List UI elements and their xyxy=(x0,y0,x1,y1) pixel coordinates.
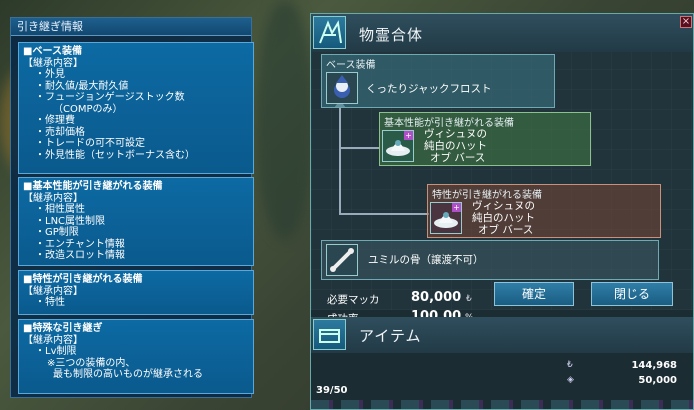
section-line: ・エンチャント情報 xyxy=(35,238,125,250)
section-heading: ■特殊な引き継ぎ xyxy=(23,323,103,334)
coin-icon: ◈ xyxy=(567,375,574,385)
section-line: ・フュージョンゲージストック数 xyxy=(35,92,185,103)
slot-label: 特性が引き継がれる装備 xyxy=(432,190,542,201)
fusion-window: 物霊合体 × ベース装備 くったりジャックフロスト 基本性能が引き継がれる装備 … xyxy=(310,13,694,410)
fusion-header: 物霊合体 × xyxy=(311,14,693,52)
connector-line xyxy=(339,107,341,215)
material-slot[interactable]: ユミルの骨（譲渡不可） xyxy=(321,240,659,280)
enhance-badge: + xyxy=(404,131,413,140)
base-item-name: くったりジャックフロスト xyxy=(366,83,492,95)
section-line: ・改造スロット情報 xyxy=(35,250,125,261)
macca-row: ₺ 144,968 xyxy=(567,360,677,374)
section-line: ・修理費 xyxy=(35,115,75,126)
section-line: 【継承内容】 xyxy=(23,334,83,346)
item-capacity: 39/50 xyxy=(316,385,348,396)
section-line: ※三つの装備の内、 xyxy=(47,357,136,369)
section-heading: ■ベース装備 xyxy=(23,46,82,57)
macca-icon: ₺ xyxy=(567,360,573,370)
item-box-icon xyxy=(313,319,346,350)
section-heading: ■基本性能が引き継がれる装備 xyxy=(23,181,163,192)
section-line: ・外見 xyxy=(35,69,65,80)
slot-label: ベース装備 xyxy=(326,60,376,71)
section-line: ・相性属性 xyxy=(35,204,85,215)
macca-icon: ₺ xyxy=(466,294,472,304)
section-line: ・外見性能（セットボーナス含む） xyxy=(35,149,195,161)
section-base-equipment: ■ベース装備 【継承内容】 ・外見 ・耐久値/最大耐久値 ・フュージョンゲージストック数… xyxy=(18,42,254,174)
item-title: アイテム xyxy=(359,327,422,345)
base-equipment-slot[interactable]: ベース装備 くったりジャックフロスト xyxy=(321,54,555,108)
section-line: ・Lv制限 xyxy=(35,346,77,357)
section-line: ・GP制限 xyxy=(35,227,79,238)
section-trait: ■特性が引き継がれる装備 【継承内容】 ・特性 xyxy=(18,270,254,315)
material-item-name: ユミルの骨（譲渡不可） xyxy=(368,254,484,266)
section-line: ・トレードの可不可設定 xyxy=(35,138,145,149)
background-scenery xyxy=(255,0,315,240)
inventory-row-strip[interactable] xyxy=(311,400,693,409)
jack-frost-icon xyxy=(326,72,358,104)
section-line: 最も制限の高いものが継承される xyxy=(53,369,203,380)
basic-item-name-line1: ヴィシュヌの xyxy=(424,128,487,140)
enhance-badge: + xyxy=(452,203,461,212)
section-line: ・特性 xyxy=(35,297,65,308)
coin-amount: 50,000 xyxy=(638,375,677,386)
cost-label: 必要マッカ xyxy=(327,294,380,306)
section-line: 【継承内容】 xyxy=(23,285,83,297)
basic-item-name-line3: オブ バース xyxy=(430,152,486,164)
section-heading: ■特性が引き継がれる装備 xyxy=(23,274,143,285)
trait-item-name-line1: ヴィシュヌの xyxy=(472,200,535,212)
inheritance-info-panel: 引き継ぎ情報 ■ベース装備 【継承内容】 ・外見 ・耐久値/最大耐久値 ・フュージョンゲ… xyxy=(10,17,254,398)
bone-icon xyxy=(326,244,358,276)
fusion-icon xyxy=(313,16,346,49)
coin-row: ◈ 50,000 xyxy=(567,375,677,389)
vishnu-hat-icon: + xyxy=(382,130,414,162)
panel-title: 引き継ぎ情報 xyxy=(11,18,251,36)
item-header: アイテム xyxy=(311,317,693,353)
cost-value: 80,000 xyxy=(411,290,462,305)
basic-performance-slot[interactable]: 基本性能が引き継がれる装備 + ヴィシュヌの 純白のハット オブ バース xyxy=(379,112,591,166)
fusion-area: ベース装備 くったりジャックフロスト 基本性能が引き継がれる装備 + ヴィシュヌ… xyxy=(311,52,693,310)
section-basic-performance: ■基本性能が引き継がれる装備 【継承内容】 ・相性属性 ・LNC属性制限 ・GP制限 ・エ… xyxy=(18,177,254,266)
section-line: 【継承内容】 xyxy=(23,192,83,204)
vishnu-hat-icon: + xyxy=(430,202,462,234)
trait-slot[interactable]: 特性が引き継がれる装備 + ヴィシュヌの 純白のハット オブ バース xyxy=(427,184,661,238)
close-icon[interactable]: × xyxy=(680,16,692,28)
trait-item-name-line3: オブ バース xyxy=(478,224,534,236)
section-line: （COMPのみ） xyxy=(53,103,123,115)
connector-line xyxy=(339,213,429,215)
section-line: 【継承内容】 xyxy=(23,57,83,69)
macca-amount: 144,968 xyxy=(631,360,677,371)
section-line: ・LNC属性制限 xyxy=(35,215,106,227)
section-line: ・耐久値/最大耐久値 xyxy=(35,80,129,92)
basic-item-name-line2: 純白のハット xyxy=(424,140,487,152)
window-title: 物霊合体 xyxy=(359,26,424,44)
confirm-button[interactable]: 確定 xyxy=(494,282,574,306)
slot-label: 基本性能が引き継がれる装備 xyxy=(384,118,514,129)
connector-line xyxy=(339,147,379,149)
close-button[interactable]: 閉じる xyxy=(591,282,673,306)
section-line: ・売却価格 xyxy=(35,126,85,138)
trait-item-name-line2: 純白のハット xyxy=(472,212,535,224)
section-special: ■特殊な引き継ぎ 【継承内容】 ・Lv制限 ※三つの装備の内、 最も制限の高いものが継承… xyxy=(18,319,254,394)
